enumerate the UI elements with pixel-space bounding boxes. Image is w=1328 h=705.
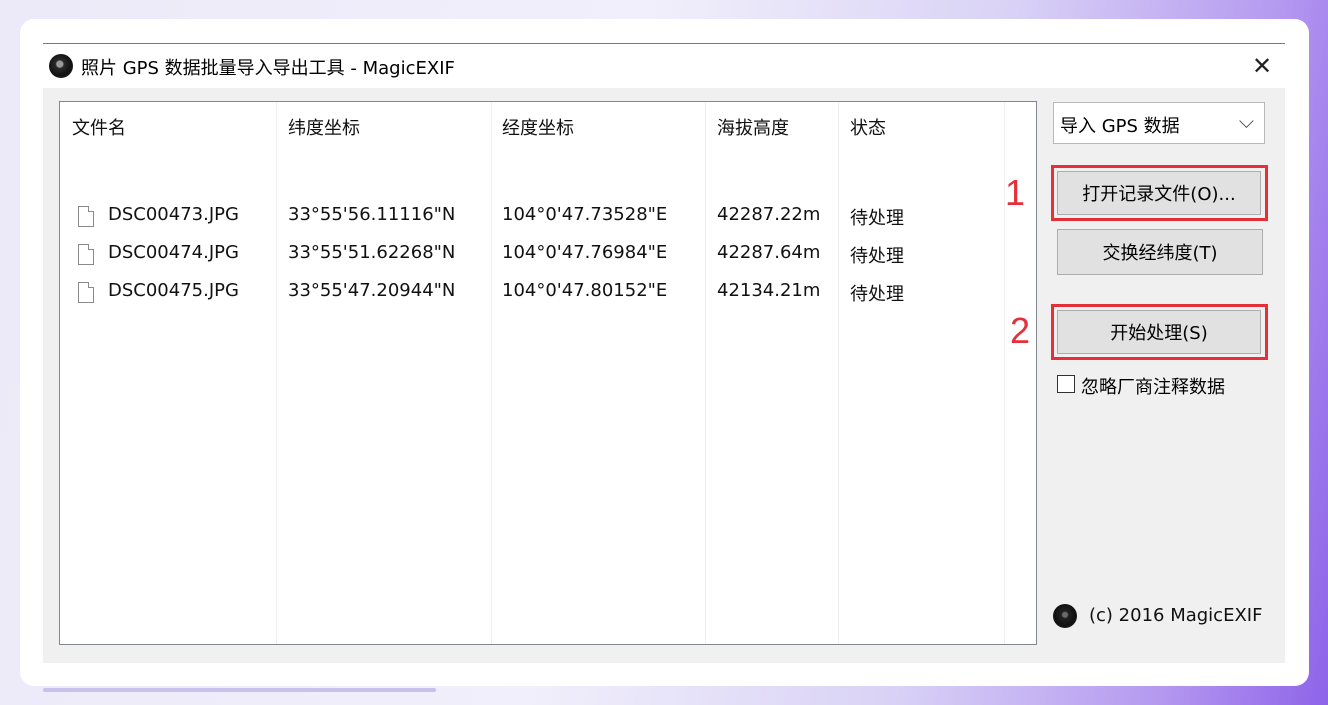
- cell-latitude: 33°55'51.62268"N: [288, 242, 456, 263]
- cell-latitude: 33°55'56.11116"N: [288, 204, 456, 225]
- column-header-latitude[interactable]: 纬度坐标: [288, 114, 360, 140]
- column-divider: [838, 102, 839, 644]
- start-processing-button[interactable]: 开始处理(S): [1057, 310, 1261, 354]
- cell-status: 待处理: [850, 246, 904, 267]
- table-row[interactable]: DSC00473.JPG 33°55'56.11116"N 104°0'47.7…: [60, 196, 1005, 234]
- mode-select-value: 导入 GPS 数据: [1060, 116, 1180, 137]
- column-divider: [276, 102, 277, 644]
- step-1-annotation: 1: [1005, 172, 1026, 213]
- column-header-status[interactable]: 状态: [850, 114, 886, 140]
- cell-status: 待处理: [850, 208, 904, 229]
- file-icon: [60, 278, 100, 308]
- column-header-longitude[interactable]: 经度坐标: [502, 114, 574, 140]
- table-row[interactable]: DSC00474.JPG 33°55'51.62268"N 104°0'47.7…: [60, 234, 1005, 272]
- swap-latlon-button[interactable]: 交换经纬度(T): [1057, 229, 1263, 275]
- camera-lens-icon: [1053, 604, 1077, 628]
- cell-status: 待处理: [850, 284, 904, 305]
- column-divider: [705, 102, 706, 644]
- ignore-maker-notes-checkbox[interactable]: [1057, 375, 1075, 393]
- cell-altitude: 42287.22m: [717, 204, 821, 225]
- step-2-annotation: 2: [1010, 310, 1031, 351]
- column-header-altitude[interactable]: 海拔高度: [717, 114, 789, 140]
- mode-select[interactable]: 导入 GPS 数据 ⌵: [1053, 102, 1265, 144]
- cell-altitude: 42134.21m: [717, 280, 821, 301]
- camera-lens-icon: [49, 54, 73, 78]
- cell-latitude: 33°55'47.20944"N: [288, 280, 456, 301]
- window-title: 照片 GPS 数据批量导入导出工具 - MagicEXIF: [81, 58, 455, 79]
- file-list[interactable]: 文件名 纬度坐标 经度坐标 海拔高度 状态 DSC00473.JPG 33°55…: [59, 101, 1037, 645]
- file-icon: [60, 240, 100, 270]
- ignore-maker-notes-label[interactable]: 忽略厂商注释数据: [1081, 373, 1225, 399]
- title-bar: 照片 GPS 数据批量导入导出工具 - MagicEXIF ✕: [43, 44, 1285, 88]
- cell-longitude: 104°0'47.80152"E: [502, 280, 668, 301]
- copyright-text: (c) 2016 MagicEXIF: [1089, 605, 1263, 626]
- chevron-down-icon: ⌵: [1238, 109, 1254, 133]
- scroll-indicator: [43, 688, 436, 692]
- cell-longitude: 104°0'47.73528"E: [502, 204, 668, 225]
- app-window: 照片 GPS 数据批量导入导出工具 - MagicEXIF ✕ 文件名 纬度坐标…: [43, 43, 1285, 663]
- cell-filename: DSC00473.JPG: [108, 204, 239, 225]
- cell-filename: DSC00474.JPG: [108, 242, 239, 263]
- open-record-file-button[interactable]: 打开记录文件(O)...: [1057, 171, 1261, 215]
- cell-altitude: 42287.64m: [717, 242, 821, 263]
- column-divider: [491, 102, 492, 644]
- close-button[interactable]: ✕: [1245, 50, 1279, 82]
- table-row[interactable]: DSC00475.JPG 33°55'47.20944"N 104°0'47.8…: [60, 272, 1005, 310]
- cell-filename: DSC00475.JPG: [108, 280, 239, 301]
- file-icon: [60, 202, 100, 232]
- cell-longitude: 104°0'47.76984"E: [502, 242, 668, 263]
- column-header-filename[interactable]: 文件名: [72, 114, 126, 140]
